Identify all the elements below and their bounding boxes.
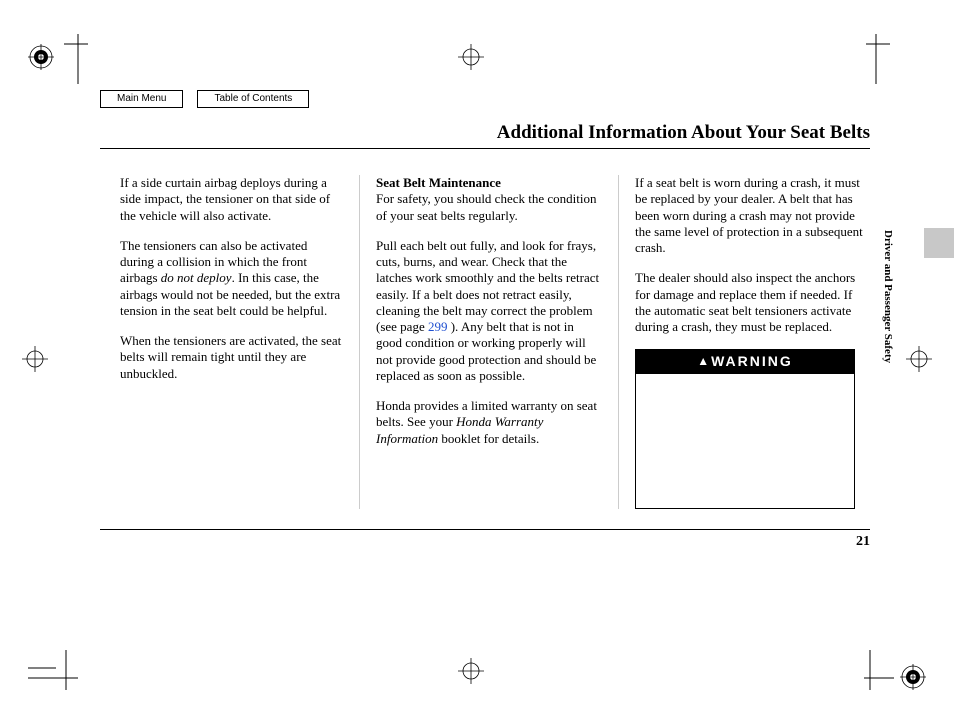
column-3: If a seat belt is worn during a crash, i… xyxy=(635,175,865,509)
page-title: Additional Information About Your Seat B… xyxy=(100,122,870,144)
section-side-label: Driver and Passenger Safety xyxy=(882,230,894,363)
main-menu-button[interactable]: Main Menu xyxy=(100,90,183,108)
col2-p2: Pull each belt out fully, and look for f… xyxy=(376,238,602,384)
warning-header: ▲WARNING xyxy=(636,350,854,374)
crop-mark-icon xyxy=(64,34,88,84)
crop-mark-icon xyxy=(866,34,890,84)
page-number: 21 xyxy=(100,529,870,550)
col2-p1: Seat Belt Maintenance For safety, you sh… xyxy=(376,175,602,224)
warning-box: ▲WARNING xyxy=(635,349,855,509)
nav-buttons: Main Menu Table of Contents xyxy=(100,90,870,108)
body-columns: If a side curtain airbag deploys during … xyxy=(100,175,870,509)
col1-p3: When the tensioners are activated, the s… xyxy=(120,333,343,382)
register-cross-icon xyxy=(906,346,932,372)
register-cross-icon xyxy=(22,346,48,372)
register-cross-icon xyxy=(458,658,484,684)
column-2: Seat Belt Maintenance For safety, you sh… xyxy=(376,175,619,509)
warning-label: WARNING xyxy=(711,353,793,369)
register-mark-icon xyxy=(900,664,926,690)
col1-p1: If a side curtain airbag deploys during … xyxy=(120,175,343,224)
column-1: If a side curtain airbag deploys during … xyxy=(100,175,360,509)
col1-p2: The tensioners can also be activated dur… xyxy=(120,238,343,319)
register-mark-icon xyxy=(28,44,54,70)
col3-p2: The dealer should also inspect the ancho… xyxy=(635,270,865,335)
title-row: Additional Information About Your Seat B… xyxy=(100,122,870,149)
seat-belt-maintenance-heading: Seat Belt Maintenance xyxy=(376,175,501,190)
thumb-tab xyxy=(924,228,954,258)
col2-p3: Honda provides a limited warranty on sea… xyxy=(376,398,602,447)
crop-mark-icon xyxy=(864,650,894,690)
page-content: Main Menu Table of Contents Additional I… xyxy=(100,90,870,550)
warning-triangle-icon: ▲ xyxy=(697,354,709,369)
page-link-299[interactable]: 299 xyxy=(428,319,448,334)
crop-mark-icon xyxy=(28,650,78,690)
register-cross-icon xyxy=(458,44,484,70)
col3-p1: If a seat belt is worn during a crash, i… xyxy=(635,175,865,256)
toc-button[interactable]: Table of Contents xyxy=(197,90,309,108)
